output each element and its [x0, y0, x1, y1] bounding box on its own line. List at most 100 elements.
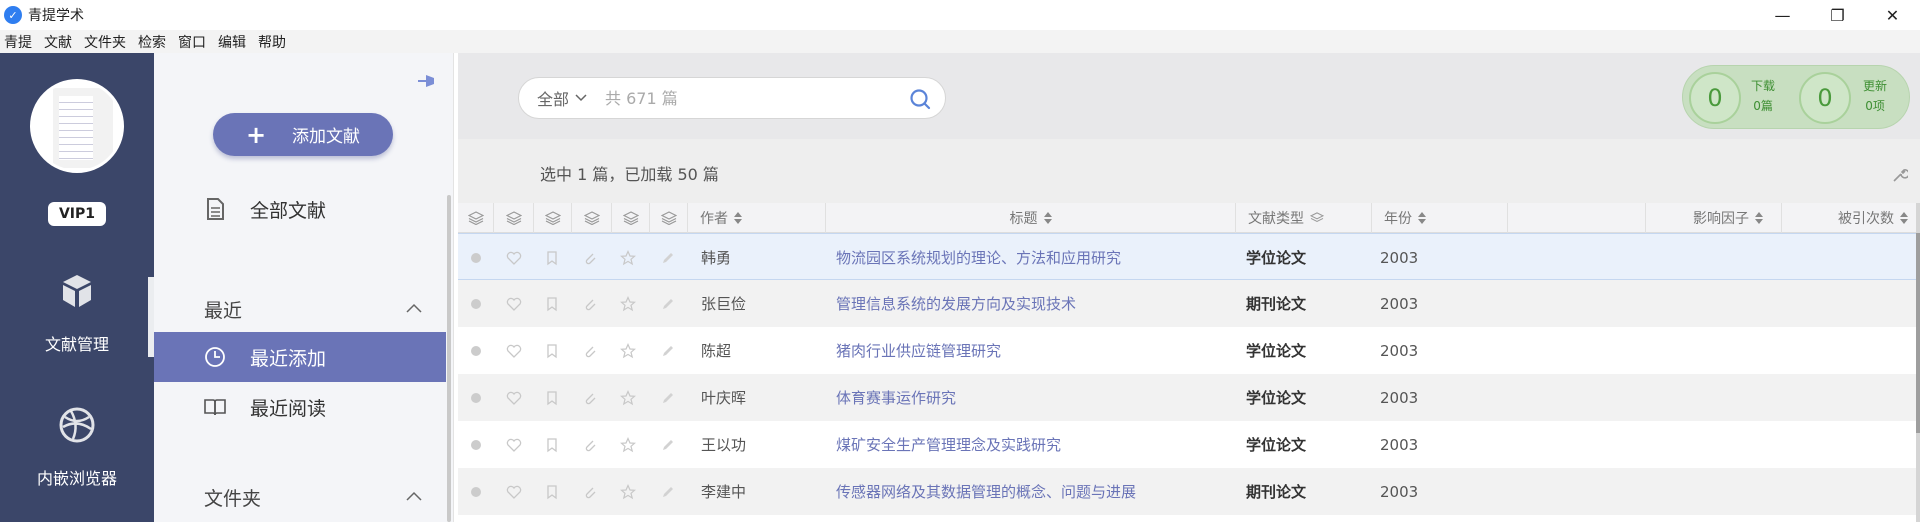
- menu-help[interactable]: 帮助: [258, 32, 286, 52]
- search-input[interactable]: [605, 88, 886, 108]
- col-star[interactable]: [612, 203, 650, 233]
- col-impact[interactable]: 影响因子: [1646, 203, 1782, 233]
- star-icon[interactable]: [620, 437, 636, 453]
- heart-icon[interactable]: [506, 437, 522, 453]
- cell-author: 张巨俭: [701, 295, 747, 313]
- sidebar-item-all-docs[interactable]: 全部文献: [154, 184, 446, 234]
- wrench-icon[interactable]: [1892, 167, 1908, 183]
- menu-search[interactable]: 检索: [138, 32, 166, 52]
- menu-wenxian[interactable]: 文献: [44, 32, 72, 52]
- cell-type: 学位论文: [1246, 249, 1307, 267]
- col-bookmark[interactable]: [534, 203, 572, 233]
- col-cites[interactable]: 被引次数: [1782, 203, 1916, 233]
- cell-title[interactable]: 煤矿安全生产管理理念及实践研究: [836, 421, 1061, 468]
- chevron-up-icon[interactable]: [406, 303, 422, 313]
- col-title[interactable]: 标题: [826, 203, 1236, 233]
- bookmark-icon[interactable]: [544, 437, 560, 453]
- cell-type: 期刊论文: [1246, 483, 1307, 501]
- star-icon[interactable]: [620, 484, 636, 500]
- rail-item-browser[interactable]: 内嵌浏览器: [0, 405, 154, 522]
- star-icon[interactable]: [620, 250, 636, 266]
- update-gauge[interactable]: 0: [1799, 72, 1851, 124]
- add-document-button[interactable]: + 添加文献: [213, 113, 393, 156]
- attachment-icon[interactable]: [582, 484, 598, 500]
- layers-icon: [622, 211, 639, 225]
- status-dot-icon[interactable]: [468, 437, 484, 453]
- sidebar-item-label: 最近阅读: [250, 397, 327, 420]
- table-row[interactable]: 陈超 猪肉行业供应链管理研究 学位论文 2003: [458, 327, 1916, 374]
- edit-pencil-icon[interactable]: [660, 390, 676, 406]
- update-label-group: 更新 0项: [1863, 76, 1887, 116]
- heart-icon[interactable]: [506, 296, 522, 312]
- cell-title[interactable]: 猪肉行业供应链管理研究: [836, 327, 1001, 374]
- bookmark-icon[interactable]: [544, 343, 560, 359]
- cell-year: 2003: [1380, 248, 1419, 267]
- col-note[interactable]: [650, 203, 688, 233]
- layers-icon: [544, 211, 561, 225]
- sidebar-item-recent-read[interactable]: 最近阅读: [154, 382, 446, 432]
- rail-item-doc-manager[interactable]: 文献管理: [0, 271, 154, 391]
- sidebar-scrollbar[interactable]: [447, 195, 451, 522]
- heart-icon[interactable]: [506, 343, 522, 359]
- attachment-icon[interactable]: [582, 296, 598, 312]
- edit-pencil-icon[interactable]: [660, 437, 676, 453]
- cube-icon: [63, 275, 91, 307]
- cell-title[interactable]: 物流园区系统规划的理论、方法和应用研究: [836, 234, 1121, 281]
- star-icon[interactable]: [620, 343, 636, 359]
- scrollbar-thumb[interactable]: [1916, 233, 1920, 433]
- bookmark-icon[interactable]: [544, 484, 560, 500]
- edit-pencil-icon[interactable]: [660, 296, 676, 312]
- menu-qingti[interactable]: 青提: [4, 32, 32, 52]
- attachment-icon[interactable]: [582, 437, 598, 453]
- bookmark-icon[interactable]: [544, 250, 560, 266]
- table-row[interactable]: 张巨俭 管理信息系统的发展方向及实现技术 期刊论文 2003: [458, 280, 1916, 327]
- pin-icon[interactable]: [416, 69, 440, 93]
- edit-pencil-icon[interactable]: [660, 250, 676, 266]
- attachment-icon[interactable]: [582, 343, 598, 359]
- status-dot-icon[interactable]: [468, 343, 484, 359]
- bookmark-icon[interactable]: [544, 390, 560, 406]
- menu-window[interactable]: 窗口: [178, 32, 206, 52]
- cell-title[interactable]: 传感器网络及其数据管理的概念、问题与进展: [836, 468, 1136, 515]
- search-icon[interactable]: [909, 88, 931, 110]
- col-year[interactable]: 年份: [1372, 203, 1508, 233]
- table-row[interactable]: 韩勇 物流园区系统规划的理论、方法和应用研究 学位论文 2003: [458, 233, 1916, 280]
- minimize-button[interactable]: —: [1755, 0, 1810, 30]
- avatar[interactable]: [30, 79, 124, 173]
- col-author[interactable]: 作者: [688, 203, 826, 233]
- bookmark-icon[interactable]: [544, 296, 560, 312]
- table-row[interactable]: 王以功 煤矿安全生产管理理念及实践研究 学位论文 2003: [458, 421, 1916, 468]
- search-scope-dropdown[interactable]: 全部: [537, 86, 587, 110]
- edit-pencil-icon[interactable]: [660, 343, 676, 359]
- status-dot-icon[interactable]: [468, 296, 484, 312]
- heart-icon[interactable]: [506, 250, 522, 266]
- sidebar-item-recent-added[interactable]: 最近添加: [154, 332, 446, 382]
- cell-title[interactable]: 管理信息系统的发展方向及实现技术: [836, 280, 1076, 327]
- cell-title[interactable]: 体育赛事运作研究: [836, 374, 956, 421]
- table-scrollbar[interactable]: [1916, 203, 1920, 522]
- status-dot-icon[interactable]: [468, 484, 484, 500]
- heart-icon[interactable]: [506, 390, 522, 406]
- status-dot-icon[interactable]: [468, 250, 484, 266]
- download-gauge[interactable]: 0: [1689, 72, 1741, 124]
- attachment-icon[interactable]: [582, 390, 598, 406]
- attachment-icon[interactable]: [582, 250, 598, 266]
- col-type[interactable]: 文献类型: [1236, 203, 1372, 233]
- edit-pencil-icon[interactable]: [660, 484, 676, 500]
- menu-folder[interactable]: 文件夹: [84, 32, 126, 52]
- col-favorite[interactable]: [494, 203, 534, 233]
- maximize-button[interactable]: ❐: [1810, 0, 1865, 30]
- status-dot-icon[interactable]: [468, 390, 484, 406]
- col-status[interactable]: [458, 203, 494, 233]
- window-controls: — ❐ ✕: [1755, 0, 1920, 30]
- table-row[interactable]: 叶庆晖 体育赛事运作研究 学位论文 2003: [458, 374, 1916, 421]
- table-row[interactable]: 李建中 传感器网络及其数据管理的概念、问题与进展 期刊论文 2003: [458, 468, 1916, 515]
- chevron-up-icon[interactable]: [406, 491, 422, 501]
- heart-icon[interactable]: [506, 484, 522, 500]
- cell-type: 期刊论文: [1246, 295, 1307, 313]
- close-button[interactable]: ✕: [1865, 0, 1920, 30]
- star-icon[interactable]: [620, 390, 636, 406]
- col-attachment[interactable]: [572, 203, 612, 233]
- star-icon[interactable]: [620, 296, 636, 312]
- menu-edit[interactable]: 编辑: [218, 32, 246, 52]
